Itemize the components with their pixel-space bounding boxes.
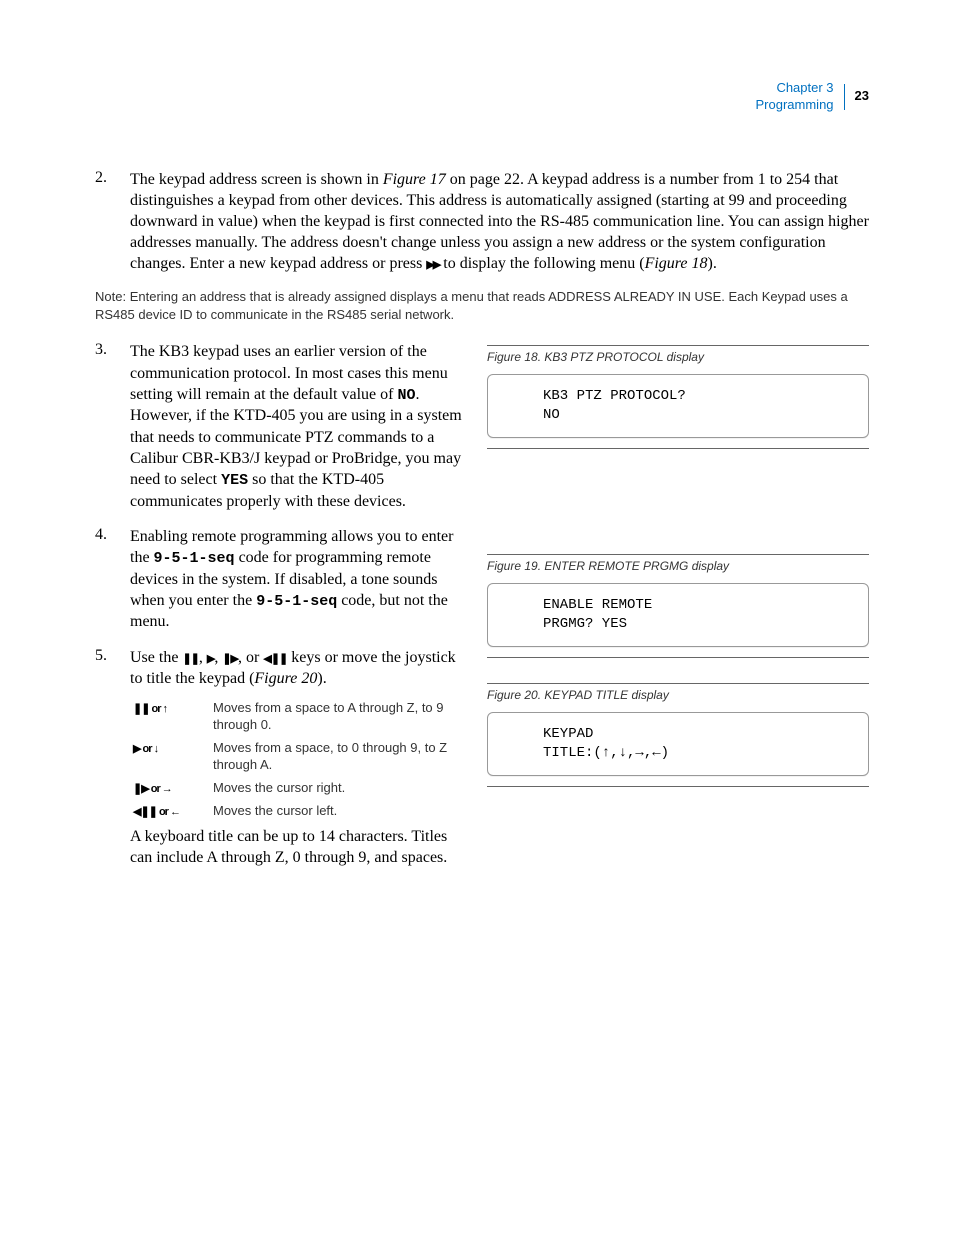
list-number: 2. xyxy=(95,169,130,187)
list-item-2: 2. The keypad address screen is shown in… xyxy=(95,169,869,275)
pause-icon: ❚❚ xyxy=(182,653,198,665)
body-text: The keypad address screen is shown in xyxy=(130,171,383,188)
chapter-label: Chapter 3 xyxy=(776,80,833,95)
body-text: to display the following menu ( xyxy=(439,255,644,272)
figure-caption: Figure 20. KEYPAD TITLE display xyxy=(487,683,869,702)
figure-ref: Figure 20 xyxy=(254,670,317,687)
figure-18: Figure 18. KB3 PTZ PROTOCOL display KB3 … xyxy=(487,345,869,449)
key-symbol: ❚▶ or → xyxy=(133,783,172,795)
body-text: A keyboard title can be up to 14 charact… xyxy=(130,826,465,868)
display-line: TITLE:(↑,↓,→,←) xyxy=(543,744,854,763)
mono-text: 9-5-1-seq xyxy=(256,593,337,610)
step-back-icon: ◀❚❚ xyxy=(263,653,287,665)
display-screen: KB3 PTZ PROTOCOL? NO xyxy=(487,374,869,438)
mono-text: 9-5-1-seq xyxy=(154,550,235,567)
display-screen: ENABLE REMOTE PRGMG? YES xyxy=(487,583,869,647)
display-screen: KEYPAD TITLE:(↑,↓,→,←) xyxy=(487,712,869,776)
key-symbol: ▶ or ↓ xyxy=(133,743,158,755)
display-line: NO xyxy=(543,406,854,425)
figure-20: Figure 20. KEYPAD TITLE display KEYPAD T… xyxy=(487,683,869,787)
figure-19: Figure 19. ENTER REMOTE PRGMG display EN… xyxy=(487,554,869,658)
key-description: Moves from a space to A through Z, to 9 … xyxy=(213,699,465,734)
figure-caption: Figure 18. KB3 PTZ PROTOCOL display xyxy=(487,345,869,364)
body-text: Use the xyxy=(130,649,182,666)
table-row: ❚❚ or ↑ Moves from a space to A through … xyxy=(133,699,465,734)
figure-ref: Figure 18 xyxy=(645,255,708,272)
key-symbol: ◀❚❚ or ← xyxy=(133,806,180,818)
display-line: ENABLE REMOTE xyxy=(543,596,854,615)
list-number: 3. xyxy=(95,341,130,359)
note-text: Entering an address that is already assi… xyxy=(95,289,848,322)
section-label: Programming xyxy=(756,97,834,112)
figure-caption: Figure 19. ENTER REMOTE PRGMG display xyxy=(487,554,869,573)
mono-text: YES xyxy=(221,472,248,489)
list-item-5: 5. Use the ❚❚, ▶, ❚▶, or ◀❚❚ keys or mov… xyxy=(95,647,465,689)
list-number: 5. xyxy=(95,647,130,665)
list-number: 4. xyxy=(95,526,130,544)
display-line: KB3 PTZ PROTOCOL? xyxy=(543,387,854,406)
fast-forward-icon: ▶▶ xyxy=(426,259,439,271)
key-description: Moves the cursor right. xyxy=(213,779,465,797)
key-symbol: ❚❚ or ↑ xyxy=(133,703,167,715)
display-line: KEYPAD xyxy=(543,725,854,744)
step-forward-icon: ❚▶ xyxy=(222,653,238,665)
key-table: ❚❚ or ↑ Moves from a space to A through … xyxy=(133,699,465,820)
key-description: Moves from a space, to 0 through 9, to Z… xyxy=(213,739,465,774)
display-line: PRGMG? YES xyxy=(543,615,854,634)
list-item-5-tail: A keyboard title can be up to 14 charact… xyxy=(95,826,465,868)
note-block: Note: Entering an address that is alread… xyxy=(95,288,869,323)
table-row: ◀❚❚ or ← Moves the cursor left. xyxy=(133,802,465,820)
table-row: ❚▶ or → Moves the cursor right. xyxy=(133,779,465,797)
page-number: 23 xyxy=(855,88,869,105)
body-text: ). xyxy=(708,255,717,272)
figure-ref: Figure 17 xyxy=(383,171,446,188)
table-row: ▶ or ↓ Moves from a space, to 0 through … xyxy=(133,739,465,774)
note-label: Note: xyxy=(95,289,126,304)
body-text: ). xyxy=(317,670,326,687)
key-description: Moves the cursor left. xyxy=(213,802,465,820)
page-header: Chapter 3 Programming 23 xyxy=(95,80,869,114)
list-item-3: 3. The KB3 keypad uses an earlier versio… xyxy=(95,341,465,511)
mono-text: NO xyxy=(397,387,415,404)
list-item-4: 4. Enabling remote programming allows yo… xyxy=(95,526,465,633)
